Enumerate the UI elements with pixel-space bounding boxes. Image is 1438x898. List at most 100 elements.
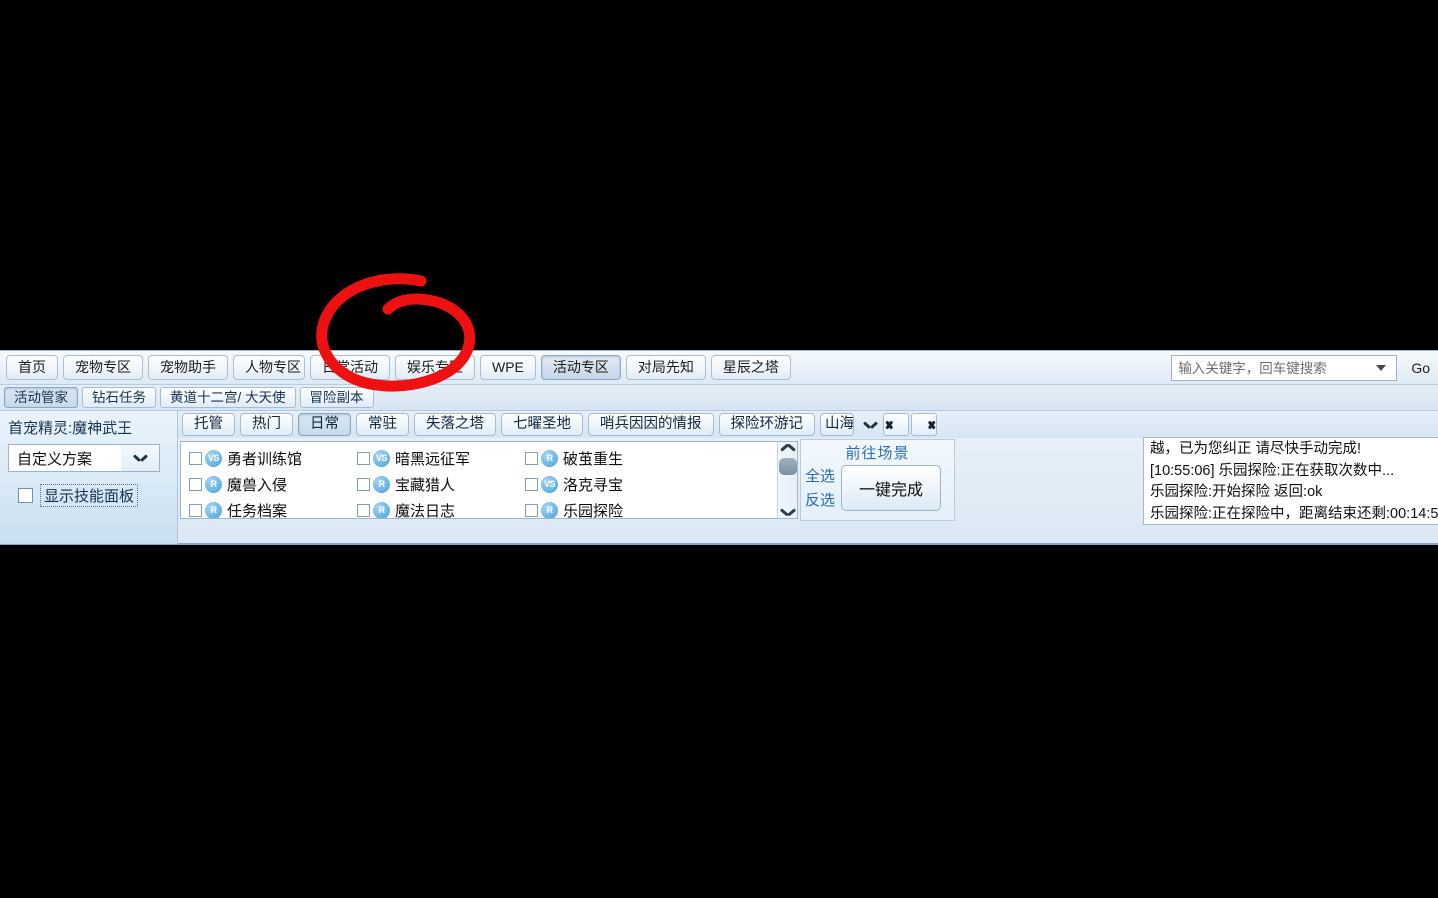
tab-chongwuzhuanqu[interactable]: 宠物专区 — [63, 355, 143, 380]
r-badge-icon: R — [373, 501, 390, 518]
screen-root: 首页 宠物专区 宠物助手 人物专区 日常活动 娱乐专区 WPE 活动专区 对局先… — [0, 0, 1438, 898]
cat-tab-qiyaoshengdi[interactable]: 七曜圣地 — [501, 413, 583, 436]
cat-tab-tanxianhuanyouji[interactable]: 探险环游记 — [718, 413, 815, 436]
search-area: Go — [1171, 355, 1434, 381]
sidebar: 首宠精灵:魔神武王 自定义方案 显示技能面板 — [0, 411, 178, 544]
cat-tab-tuoguan[interactable]: 托管 — [182, 413, 235, 436]
vs-badge-icon: VS — [541, 475, 558, 493]
category-tab-bar: 托管 热门 日常 常驻 失落之塔 七曜圣地 哨兵因因的情报 探险环游记 山海 — [178, 411, 1438, 438]
tab-chongwuzhushou[interactable]: 宠物助手 — [148, 355, 228, 380]
activity-checkbox[interactable] — [189, 477, 202, 491]
subtab-zuanshirenwu[interactable]: 钻石任务 — [82, 387, 156, 408]
search-box[interactable] — [1171, 355, 1398, 381]
activity-list-grid: VS 勇者训练馆 VS 暗黑远征军 R 破茧重生 R 魔兽入侵 R 宝藏猎人 V… — [181, 442, 797, 519]
tab-shouye[interactable]: 首页 — [6, 355, 58, 380]
activity-label: 乐园探险 — [563, 502, 624, 519]
activity-label: 破茧重生 — [563, 450, 624, 468]
scrollbar-thumb[interactable] — [779, 458, 797, 475]
subtab-huodongguanjia[interactable]: 活动管家 — [4, 387, 78, 408]
cat-tab-shaobingyinyin[interactable]: 哨兵因因的情报 — [588, 413, 714, 436]
chevron-right-icon[interactable] — [911, 413, 937, 436]
primary-tab-bar: 首页 宠物专区 宠物助手 人物专区 日常活动 娱乐专区 WPE 活动专区 对局先… — [0, 351, 1438, 385]
activity-checkbox[interactable] — [357, 503, 370, 517]
skill-panel-label: 显示技能面板 — [40, 484, 139, 507]
center-panel: 托管 热门 日常 常驻 失落之塔 七曜圣地 哨兵因因的情报 探险环游记 山海 V… — [178, 411, 1438, 544]
chevron-left-icon[interactable] — [883, 413, 909, 436]
list-item[interactable]: R 宝藏猎人 — [357, 472, 525, 496]
activity-checkbox[interactable] — [357, 451, 370, 465]
activity-list-scrollbar[interactable] — [777, 442, 797, 518]
subtab-huangdaoshierg[interactable]: 黄道十二宫/ 大天使 — [160, 387, 296, 408]
activity-checkbox[interactable] — [357, 477, 370, 491]
activity-checkbox[interactable] — [525, 477, 538, 491]
one-key-complete-button[interactable]: 一键完成 — [841, 465, 942, 511]
tab-richanghuodong[interactable]: 日常活动 — [310, 355, 390, 380]
activity-label: 魔兽入侵 — [227, 476, 288, 494]
activity-checkbox[interactable] — [189, 451, 202, 465]
list-item[interactable]: R 乐园探险 — [525, 498, 693, 519]
activity-label: 魔法日志 — [395, 502, 456, 519]
list-item[interactable]: R 魔法日志 — [357, 498, 525, 519]
tab-wpe[interactable]: WPE — [480, 355, 536, 380]
actions-row: 全选 反选 一键完成 — [801, 463, 954, 513]
actions-panel: 前往场景 全选 反选 一键完成 — [800, 439, 955, 521]
cat-tab-richang[interactable]: 日常 — [298, 413, 351, 436]
log-line: 乐园探险:正在探险中，距离结束还剩:00:14:59 — [1150, 505, 1438, 522]
list-item[interactable]: VS 勇者训练馆 — [189, 446, 357, 470]
selection-links: 全选 反选 — [805, 465, 835, 513]
app-body: 首宠精灵:魔神武王 自定义方案 显示技能面板 托管 热门 日常 常驻 失落之塔 — [0, 411, 1438, 544]
log-panel: 越，已为您纠正 请尽快手动完成! [10:55:06] 乐园探险:正在获取次数中… — [1143, 437, 1438, 525]
activity-checkbox[interactable] — [525, 451, 538, 465]
log-line: 越，已为您纠正 请尽快手动完成! — [1150, 441, 1362, 457]
select-all-link[interactable]: 全选 — [805, 465, 835, 489]
cat-tab-remen[interactable]: 热门 — [240, 413, 293, 436]
list-item[interactable]: VS 洛克寻宝 — [525, 472, 693, 496]
r-badge-icon: R — [205, 501, 222, 518]
go-scene-label[interactable]: 前往场景 — [801, 442, 954, 463]
secondary-tab-bar: 活动管家 钻石任务 黄道十二宫/ 大天使 冒险副本 — [0, 385, 1438, 411]
activity-checkbox[interactable] — [525, 503, 538, 517]
vs-badge-icon: VS — [205, 449, 222, 467]
log-lines: 越，已为您纠正 请尽快手动完成! [10:55:06] 乐园探险:正在获取次数中… — [1144, 438, 1438, 524]
list-item[interactable]: VS 暗黑远征军 — [357, 446, 525, 470]
tab-huodongzhuanqu[interactable]: 活动专区 — [540, 355, 621, 380]
skill-panel-row[interactable]: 显示技能面板 — [8, 484, 169, 507]
log-line: [10:55:06] 乐园探险:正在获取次数中... — [1150, 462, 1395, 479]
app-window: 首页 宠物专区 宠物助手 人物专区 日常活动 娱乐专区 WPE 活动专区 对局先… — [0, 350, 1438, 545]
cat-tab-shiluozhita[interactable]: 失落之塔 — [414, 413, 496, 436]
activity-label: 洛克寻宝 — [563, 476, 624, 494]
plan-select-value: 自定义方案 — [17, 450, 93, 468]
chevron-up-icon[interactable] — [781, 445, 795, 454]
chevron-down-icon[interactable] — [1376, 365, 1387, 371]
activity-label: 暗黑远征军 — [395, 450, 471, 468]
chevron-down-icon[interactable] — [781, 506, 795, 515]
activity-label: 勇者训练馆 — [227, 450, 303, 468]
activity-list-panel: VS 勇者训练馆 VS 暗黑远征军 R 破茧重生 R 魔兽入侵 R 宝藏猎人 V… — [180, 441, 798, 519]
vs-badge-icon: VS — [373, 449, 390, 467]
tab-duijuxianzhi[interactable]: 对局先知 — [625, 355, 706, 380]
tab-xingchenzhita[interactable]: 星辰之塔 — [710, 355, 791, 380]
subtab-maoxianfuben[interactable]: 冒险副本 — [299, 387, 374, 408]
cat-tab-shanhai[interactable]: 山海 — [820, 413, 854, 436]
r-badge-icon: R — [205, 475, 222, 493]
r-badge-icon: R — [541, 501, 558, 518]
cat-tab-changzhu[interactable]: 常驻 — [356, 413, 409, 436]
activity-checkbox[interactable] — [189, 503, 202, 517]
search-input[interactable] — [1178, 358, 1375, 378]
chevron-down-icon-tabs[interactable] — [859, 413, 881, 436]
list-item[interactable]: R 任务档案 — [189, 498, 357, 519]
list-item[interactable]: R 破茧重生 — [525, 446, 693, 470]
plan-select[interactable]: 自定义方案 — [8, 444, 160, 472]
pet-title: 首宠精灵:魔神武王 — [8, 420, 133, 437]
skill-panel-checkbox[interactable] — [18, 488, 33, 503]
activity-label: 宝藏猎人 — [395, 476, 456, 494]
invert-selection-link[interactable]: 反选 — [805, 489, 835, 513]
log-line: 乐园探险:开始探险 返回:ok — [1150, 484, 1323, 500]
list-item[interactable]: R 魔兽入侵 — [189, 472, 357, 496]
activity-label: 任务档案 — [227, 502, 288, 519]
r-badge-icon: R — [373, 475, 390, 493]
search-go-button[interactable]: Go — [1407, 358, 1434, 378]
tab-yulezhuanqu[interactable]: 娱乐专区 — [395, 355, 475, 380]
tab-renwuzhuanqu[interactable]: 人物专区 — [233, 355, 305, 380]
chevron-down-icon[interactable] — [121, 445, 159, 471]
